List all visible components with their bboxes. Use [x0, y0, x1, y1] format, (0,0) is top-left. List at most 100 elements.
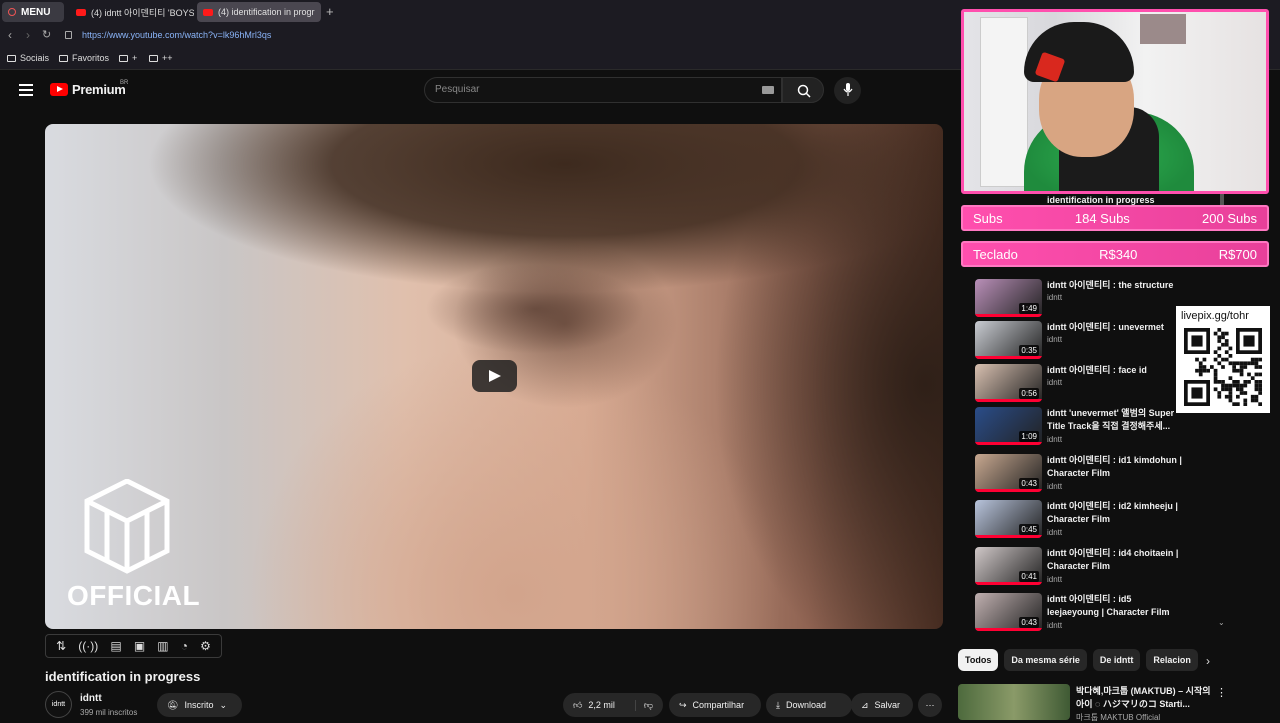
thumbs-down-icon: 👎︎	[643, 699, 653, 710]
playlist-item-thumbnail: 0:35	[975, 321, 1042, 359]
playlist-item-channel: idntt	[1047, 575, 1063, 584]
channel-subscriber-count: 399 mil inscritos	[80, 708, 138, 717]
broadcast-icon[interactable]: ((·))	[78, 639, 98, 653]
clapperboard-icon[interactable]: ▤	[110, 639, 121, 653]
picture-in-picture-icon[interactable]: ▣	[134, 639, 145, 653]
speed-gauge-icon[interactable]: ◔	[181, 639, 188, 653]
recommended-video-channel: 마크툽 MAKTUB Official	[1076, 713, 1161, 722]
bookmark-icon: ⊿	[861, 699, 869, 710]
subscribed-button[interactable]: 🔕︎ Inscrito ⌄	[157, 693, 242, 717]
playlist-item[interactable]: 1:09 idntt 'unevermet' 앨범의 Super Title Tr…	[975, 407, 1225, 451]
playlist-item-title: idntt 아이덴티티 : face id	[1047, 365, 1147, 375]
chip-same-series[interactable]: Da mesma série	[1004, 649, 1087, 671]
youtube-premium-logo[interactable]: Premium	[50, 82, 126, 97]
watched-progress-bar	[975, 535, 1042, 538]
subs-goal-target: 200 Subs	[1202, 210, 1257, 226]
url-field[interactable]: https://www.youtube.com/watch?v=lk96hMrl…	[82, 30, 271, 40]
bookmark-folder-plus[interactable]: +	[119, 53, 137, 63]
playlist-item-thumbnail: 0:45	[975, 500, 1042, 538]
chip-related[interactable]: Relacion	[1146, 649, 1198, 671]
chevron-right-icon[interactable]: ›	[1206, 654, 1210, 668]
playlist-item-title: idntt 아이덴티티 : id5 leejaeyoung | Characte…	[1047, 594, 1170, 617]
player-extension-toolbar: ⇅ ((·)) ▤ ▣ ▥ ◔ ⚙	[45, 634, 222, 658]
chip-todos[interactable]: Todos	[958, 649, 999, 671]
browser-tab-1[interactable]: (4) idntt 아이덴티티 'BOYS	[70, 2, 194, 22]
youtube-favicon-icon	[203, 8, 213, 16]
chip-from-channel[interactable]: De idntt	[1092, 649, 1141, 671]
browser-tab-label: (4) idntt 아이덴티티 'BOYS	[91, 7, 194, 18]
playlist-item-duration: 0:35	[1019, 345, 1039, 356]
bookmark-folder-sociais[interactable]: Sociais	[7, 53, 49, 63]
playlist-item-channel: idntt	[1047, 435, 1063, 444]
watched-progress-bar	[975, 628, 1042, 631]
share-button[interactable]: ↪ Compartilhar	[669, 693, 761, 717]
playlist-item-title: idntt 'unevermet' 앨범의 Super Title Track을…	[1047, 408, 1175, 431]
search-button[interactable]	[782, 77, 824, 103]
gear-icon[interactable]: ⚙	[200, 639, 211, 653]
playlist-item[interactable]: 0:43 idntt 아이덴티티 : id5 leejaeyoung | Char…	[975, 593, 1225, 637]
playlist-item[interactable]: 0:41 idntt 아이덴티티 : id4 choitaein | Charac…	[975, 547, 1225, 591]
dislike-button[interactable]: 👎︎	[634, 699, 653, 711]
browser-menu-label: MENU	[21, 6, 51, 18]
playlist-item-channel: idntt	[1047, 335, 1063, 344]
thumbs-up-icon: 👍︎	[573, 699, 583, 710]
watched-progress-bar	[975, 442, 1042, 445]
new-tab-button[interactable]: +	[326, 4, 334, 19]
playlist-item-channel: idntt	[1047, 378, 1063, 387]
playlist-item-thumbnail: 0:43	[975, 593, 1042, 631]
video-player[interactable]: OFFICIAL	[45, 124, 943, 629]
like-dislike-group: 👍︎ 2,2 mil 👎︎	[563, 693, 663, 717]
more-actions-button[interactable]: ⋯	[918, 693, 942, 717]
reload-icon[interactable]: ↻	[42, 28, 51, 41]
keyboard-icon[interactable]	[762, 86, 774, 94]
save-button[interactable]: ⊿ Salvar	[851, 693, 913, 717]
bookmark-folder-favoritos[interactable]: Favoritos	[59, 53, 109, 63]
lock-icon	[65, 31, 72, 39]
channel-avatar[interactable]: idntt	[45, 691, 72, 718]
video-frame-eye	[425, 264, 645, 354]
more-vertical-icon[interactable]: ⋮	[1216, 686, 1227, 699]
save-label: Salvar	[874, 700, 901, 710]
back-arrow-icon[interactable]: ‹	[8, 28, 12, 42]
browser-tab-2-active[interactable]: (4) identification in progr	[197, 2, 321, 22]
playlist-item-title: idntt 아이덴티티 : id2 kimheeju | Character F…	[1047, 501, 1178, 524]
playlist-item-duration: 0:43	[1019, 478, 1039, 489]
bookmark-label: Favoritos	[72, 53, 110, 63]
like-button[interactable]: 👍︎ 2,2 mil	[573, 700, 615, 711]
playlist-item-title: idntt 아이덴티티 : id1 kimdohun | Character F…	[1047, 455, 1182, 478]
recommendation-chips: Todos Da mesma série De idntt Relacion	[958, 649, 1220, 673]
playlist-item-duration: 1:09	[1019, 431, 1039, 442]
watched-progress-bar	[975, 356, 1042, 359]
watched-progress-bar	[975, 489, 1042, 492]
play-button[interactable]	[472, 360, 517, 392]
share-label: Compartilhar	[692, 700, 745, 710]
playlist-item[interactable]: 0:45 idntt 아이덴티티 : id2 kimheeju | Charact…	[975, 500, 1225, 544]
teclado-goal-target: R$700	[1218, 246, 1257, 262]
bookmark-folder-plusplus[interactable]: ++	[149, 53, 173, 63]
playlist-item-duration: 0:41	[1019, 571, 1039, 582]
sort-arrows-icon[interactable]: ⇅	[56, 639, 66, 653]
browser-menu-button[interactable]: MENU	[2, 2, 64, 22]
recommended-video-thumbnail[interactable]	[958, 684, 1070, 720]
folder-icon	[7, 54, 16, 62]
livepix-qr-panel: livepix.gg/tohr	[1176, 306, 1270, 413]
channel-name[interactable]: idntt	[80, 693, 102, 704]
like-count: 2,2 mil	[588, 700, 615, 710]
filmstrip-icon[interactable]: ▥	[157, 639, 168, 653]
logo-text: Premium	[72, 82, 126, 97]
hamburger-menu-icon[interactable]	[19, 84, 33, 96]
playlist-item-thumbnail: 1:49	[975, 279, 1042, 317]
search-input[interactable]	[435, 84, 735, 95]
playlist-item[interactable]: 0:43 idntt 아이덴티티 : id1 kimdohun | Charact…	[975, 454, 1225, 498]
playlist-item-title: idntt 아이덴티티 : id4 choitaein | Character …	[1047, 548, 1179, 571]
recommended-video-title[interactable]: 박다혜,마크툽 (MAKTUB) – 시작의 아이 ◌ ハジマリのコ Start…	[1076, 685, 1216, 711]
forward-arrow-icon[interactable]: ›	[26, 28, 30, 42]
playlist-item-thumbnail: 0:41	[975, 547, 1042, 585]
playlist-item-duration: 0:45	[1019, 524, 1039, 535]
voice-search-button[interactable]	[834, 77, 861, 104]
subscribed-label: Inscrito	[184, 700, 214, 710]
playlist-item-title: idntt 아이덴티티 : unevermet	[1047, 322, 1164, 332]
teclado-goal-bar: Teclado R$340 R$700	[961, 241, 1269, 267]
download-button[interactable]: ⤓ Download	[766, 693, 852, 717]
playlist-item-channel: idntt	[1047, 293, 1063, 302]
